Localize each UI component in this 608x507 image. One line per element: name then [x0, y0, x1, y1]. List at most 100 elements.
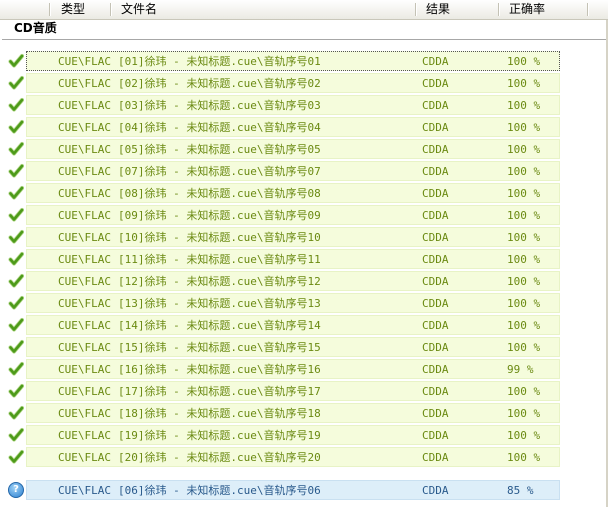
- cell-accuracy: 100 %: [507, 55, 541, 68]
- table-row[interactable]: CUE\FLAC [12]徐玮 - 未知标题.cue\音轨序号12 CDDA 100 …: [26, 271, 560, 291]
- cell-accuracy: 100 %: [507, 407, 541, 420]
- cell-accuracy: 100 %: [507, 451, 541, 464]
- table-row[interactable]: CUE\FLAC [18]徐玮 - 未知标题.cue\音轨序号18 CDDA 100 …: [26, 403, 560, 423]
- cell-result: CDDA: [422, 385, 449, 398]
- column-header-filename[interactable]: 文件名: [121, 0, 157, 19]
- cell-filename: [20]徐玮 - 未知标题.cue\音轨序号20: [118, 451, 321, 464]
- cell-type: CUE\FLAC: [58, 407, 111, 420]
- cell-type: CUE\FLAC: [58, 165, 111, 178]
- ok-icon: [8, 53, 25, 69]
- cell-accuracy: 100 %: [507, 385, 541, 398]
- cell-accuracy: 100 %: [507, 99, 541, 112]
- cell-result: CDDA: [422, 451, 449, 464]
- cell-accuracy: 85 %: [507, 484, 534, 497]
- table-row[interactable]: CUE\FLAC [01]徐玮 - 未知标题.cue\音轨序号01 CDDA 100 …: [26, 51, 560, 71]
- cell-filename: [13]徐玮 - 未知标题.cue\音轨序号13: [118, 297, 321, 310]
- cell-type: CUE\FLAC: [58, 363, 111, 376]
- table-row[interactable]: CUE\FLAC [13]徐玮 - 未知标题.cue\音轨序号13 CDDA 100 …: [26, 293, 560, 313]
- table-row[interactable]: CUE\FLAC [02]徐玮 - 未知标题.cue\音轨序号02 CDDA 100 …: [26, 73, 560, 93]
- cell-result: CDDA: [422, 484, 449, 497]
- cell-type: CUE\FLAC: [58, 187, 111, 200]
- table-row[interactable]: CUE\FLAC [06]徐玮 - 未知标题.cue\音轨序号06 CDDA 85 %: [26, 480, 560, 500]
- cell-result: CDDA: [422, 165, 449, 178]
- table-row[interactable]: CUE\FLAC [20]徐玮 - 未知标题.cue\音轨序号20 CDDA 100 …: [26, 447, 560, 467]
- table-row[interactable]: CUE\FLAC [14]徐玮 - 未知标题.cue\音轨序号14 CDDA 100 …: [26, 315, 560, 335]
- cell-result: CDDA: [422, 341, 449, 354]
- cell-accuracy: 100 %: [507, 275, 541, 288]
- column-divider[interactable]: [498, 3, 499, 16]
- ok-icon: [8, 317, 25, 333]
- table-row[interactable]: CUE\FLAC [19]徐玮 - 未知标题.cue\音轨序号19 CDDA 100 …: [26, 425, 560, 445]
- cell-accuracy: 100 %: [507, 429, 541, 442]
- cell-filename: [16]徐玮 - 未知标题.cue\音轨序号16: [118, 363, 321, 376]
- column-divider[interactable]: [49, 3, 50, 16]
- ok-icon: [8, 251, 25, 267]
- table-row[interactable]: CUE\FLAC [16]徐玮 - 未知标题.cue\音轨序号16 CDDA 99 %: [26, 359, 560, 379]
- cell-type: CUE\FLAC: [58, 341, 111, 354]
- cell-accuracy: 100 %: [507, 143, 541, 156]
- cell-filename: [10]徐玮 - 未知标题.cue\音轨序号10: [118, 231, 321, 244]
- cell-filename: [15]徐玮 - 未知标题.cue\音轨序号15: [118, 341, 321, 354]
- ok-icon: [8, 141, 25, 157]
- ok-icon: [8, 229, 25, 245]
- cell-accuracy: 100 %: [507, 187, 541, 200]
- column-header: 类型 文件名 结果 正确率: [0, 0, 608, 20]
- column-divider[interactable]: [415, 3, 416, 16]
- cell-type: CUE\FLAC: [58, 143, 111, 156]
- cell-type: CUE\FLAC: [58, 451, 111, 464]
- ok-icon: [8, 185, 25, 201]
- cell-result: CDDA: [422, 275, 449, 288]
- cell-filename: [11]徐玮 - 未知标题.cue\音轨序号11: [118, 253, 321, 266]
- cell-accuracy: 100 %: [507, 297, 541, 310]
- cell-accuracy: 100 %: [507, 341, 541, 354]
- cell-type: CUE\FLAC: [58, 77, 111, 90]
- group-divider: [2, 39, 608, 40]
- cell-result: CDDA: [422, 99, 449, 112]
- cell-filename: [19]徐玮 - 未知标题.cue\音轨序号19: [118, 429, 321, 442]
- column-divider[interactable]: [587, 3, 588, 16]
- cell-filename: [09]徐玮 - 未知标题.cue\音轨序号09: [118, 209, 321, 222]
- table-row[interactable]: CUE\FLAC [10]徐玮 - 未知标题.cue\音轨序号10 CDDA 100 …: [26, 227, 560, 247]
- cell-filename: [14]徐玮 - 未知标题.cue\音轨序号14: [118, 319, 321, 332]
- ok-icon: [8, 295, 25, 311]
- table-row[interactable]: CUE\FLAC [15]徐玮 - 未知标题.cue\音轨序号15 CDDA 100 …: [26, 337, 560, 357]
- column-header-type[interactable]: 类型: [61, 0, 85, 19]
- cell-filename: [06]徐玮 - 未知标题.cue\音轨序号06: [118, 484, 321, 497]
- ok-icon: [8, 273, 25, 289]
- column-header-result[interactable]: 结果: [426, 0, 450, 19]
- cell-filename: [08]徐玮 - 未知标题.cue\音轨序号08: [118, 187, 321, 200]
- cell-type: CUE\FLAC: [58, 55, 111, 68]
- column-header-accuracy[interactable]: 正确率: [509, 0, 545, 19]
- cell-type: CUE\FLAC: [58, 297, 111, 310]
- table-row[interactable]: CUE\FLAC [05]徐玮 - 未知标题.cue\音轨序号05 CDDA 100 …: [26, 139, 560, 159]
- ok-icon: [8, 383, 25, 399]
- ok-icon: [8, 427, 25, 443]
- table-row[interactable]: CUE\FLAC [04]徐玮 - 未知标题.cue\音轨序号04 CDDA 100 …: [26, 117, 560, 137]
- cell-accuracy: 99 %: [507, 363, 534, 376]
- cell-accuracy: 100 %: [507, 121, 541, 134]
- cell-filename: [03]徐玮 - 未知标题.cue\音轨序号03: [118, 99, 321, 112]
- cell-filename: [05]徐玮 - 未知标题.cue\音轨序号05: [118, 143, 321, 156]
- table-row[interactable]: CUE\FLAC [03]徐玮 - 未知标题.cue\音轨序号03 CDDA 100 …: [26, 95, 560, 115]
- cell-result: CDDA: [422, 319, 449, 332]
- cell-type: CUE\FLAC: [58, 429, 111, 442]
- cell-result: CDDA: [422, 187, 449, 200]
- cell-accuracy: 100 %: [507, 209, 541, 222]
- cell-accuracy: 100 %: [507, 231, 541, 244]
- ok-icon: [8, 207, 25, 223]
- table-row[interactable]: CUE\FLAC [07]徐玮 - 未知标题.cue\音轨序号07 CDDA 100 …: [26, 161, 560, 181]
- cell-result: CDDA: [422, 55, 449, 68]
- table-row[interactable]: CUE\FLAC [17]徐玮 - 未知标题.cue\音轨序号17 CDDA 100 …: [26, 381, 560, 401]
- cell-accuracy: 100 %: [507, 253, 541, 266]
- column-divider[interactable]: [110, 3, 111, 16]
- question-icon: ?: [8, 482, 24, 498]
- table-row[interactable]: CUE\FLAC [09]徐玮 - 未知标题.cue\音轨序号09 CDDA 100 …: [26, 205, 560, 225]
- table-row[interactable]: CUE\FLAC [11]徐玮 - 未知标题.cue\音轨序号11 CDDA 100 …: [26, 249, 560, 269]
- cell-accuracy: 100 %: [507, 319, 541, 332]
- cell-filename: [17]徐玮 - 未知标题.cue\音轨序号17: [118, 385, 321, 398]
- ok-icon: [8, 361, 25, 377]
- cell-result: CDDA: [422, 363, 449, 376]
- group-header-cd-quality[interactable]: CD音质: [0, 20, 608, 37]
- cell-type: CUE\FLAC: [58, 121, 111, 134]
- table-row[interactable]: CUE\FLAC [08]徐玮 - 未知标题.cue\音轨序号08 CDDA 100 …: [26, 183, 560, 203]
